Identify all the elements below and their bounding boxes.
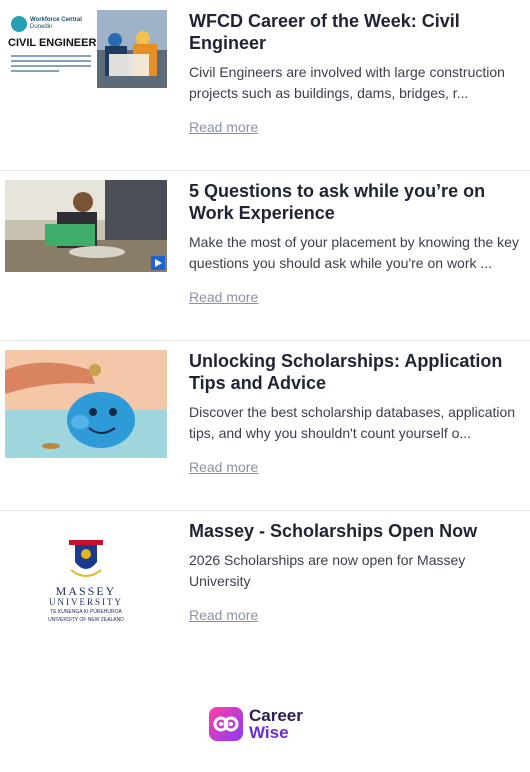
logo-wordmark: UNIVERSITY bbox=[49, 597, 123, 607]
careerwise-icon bbox=[209, 707, 243, 741]
brand-line: Wise bbox=[249, 723, 289, 742]
article-title[interactable]: WFCD Career of the Week: Civil Engineer bbox=[189, 10, 525, 54]
read-more-link[interactable]: Read more bbox=[189, 607, 258, 623]
article-description: Make the most of your placement by knowi… bbox=[189, 234, 519, 271]
article-thumbnail[interactable] bbox=[5, 180, 167, 272]
read-more-link[interactable]: Read more bbox=[189, 289, 258, 305]
careerwise-wordmark: Career Wise bbox=[249, 707, 303, 741]
massey-logo[interactable]: MASSEY UNIVERSITY TE KUNENGA KI PŪREHURO… bbox=[5, 540, 167, 630]
read-more-link[interactable]: Read more bbox=[189, 119, 258, 135]
article-thumbnail[interactable]: Workforce Central Dunedin CIVIL ENGINEER bbox=[5, 10, 167, 88]
image-brand-line: Workforce Central bbox=[30, 17, 82, 23]
read-more-link[interactable]: Read more bbox=[189, 459, 258, 475]
careerwise-logo[interactable]: Career Wise bbox=[209, 706, 329, 742]
article-card[interactable]: Workforce Central Dunedin CIVIL ENGINEER… bbox=[0, 0, 530, 171]
logo-subline: TE KUNENGA KI PŪREHUROA bbox=[50, 609, 122, 615]
article-description: Discover the best scholarship databases,… bbox=[189, 404, 516, 441]
article-description: Civil Engineers are involved with large … bbox=[189, 64, 505, 101]
brand-line: Career bbox=[249, 706, 303, 725]
article-card[interactable]: 5 Questions to ask while you’re on Work … bbox=[0, 170, 530, 341]
article-description: 2026 Scholarships are now open for Masse… bbox=[189, 552, 466, 589]
article-title[interactable]: Unlocking Scholarships: Application Tips… bbox=[189, 350, 525, 394]
article-card[interactable]: Unlocking Scholarships: Application Tips… bbox=[0, 340, 530, 511]
article-card[interactable]: MASSEY UNIVERSITY TE KUNENGA KI PŪREHURO… bbox=[0, 510, 530, 650]
image-fine-print bbox=[11, 52, 91, 75]
article-title[interactable]: 5 Questions to ask while you’re on Work … bbox=[189, 180, 525, 224]
image-brand-line: Dunedin bbox=[30, 24, 53, 30]
image-heading: CIVIL ENGINEER bbox=[8, 37, 97, 49]
logo-subline: UNIVERSITY OF NEW ZEALAND bbox=[48, 617, 124, 623]
article-thumbnail[interactable] bbox=[5, 350, 167, 458]
article-title[interactable]: Massey - Scholarships Open Now bbox=[189, 520, 525, 542]
crest-icon bbox=[69, 540, 103, 577]
